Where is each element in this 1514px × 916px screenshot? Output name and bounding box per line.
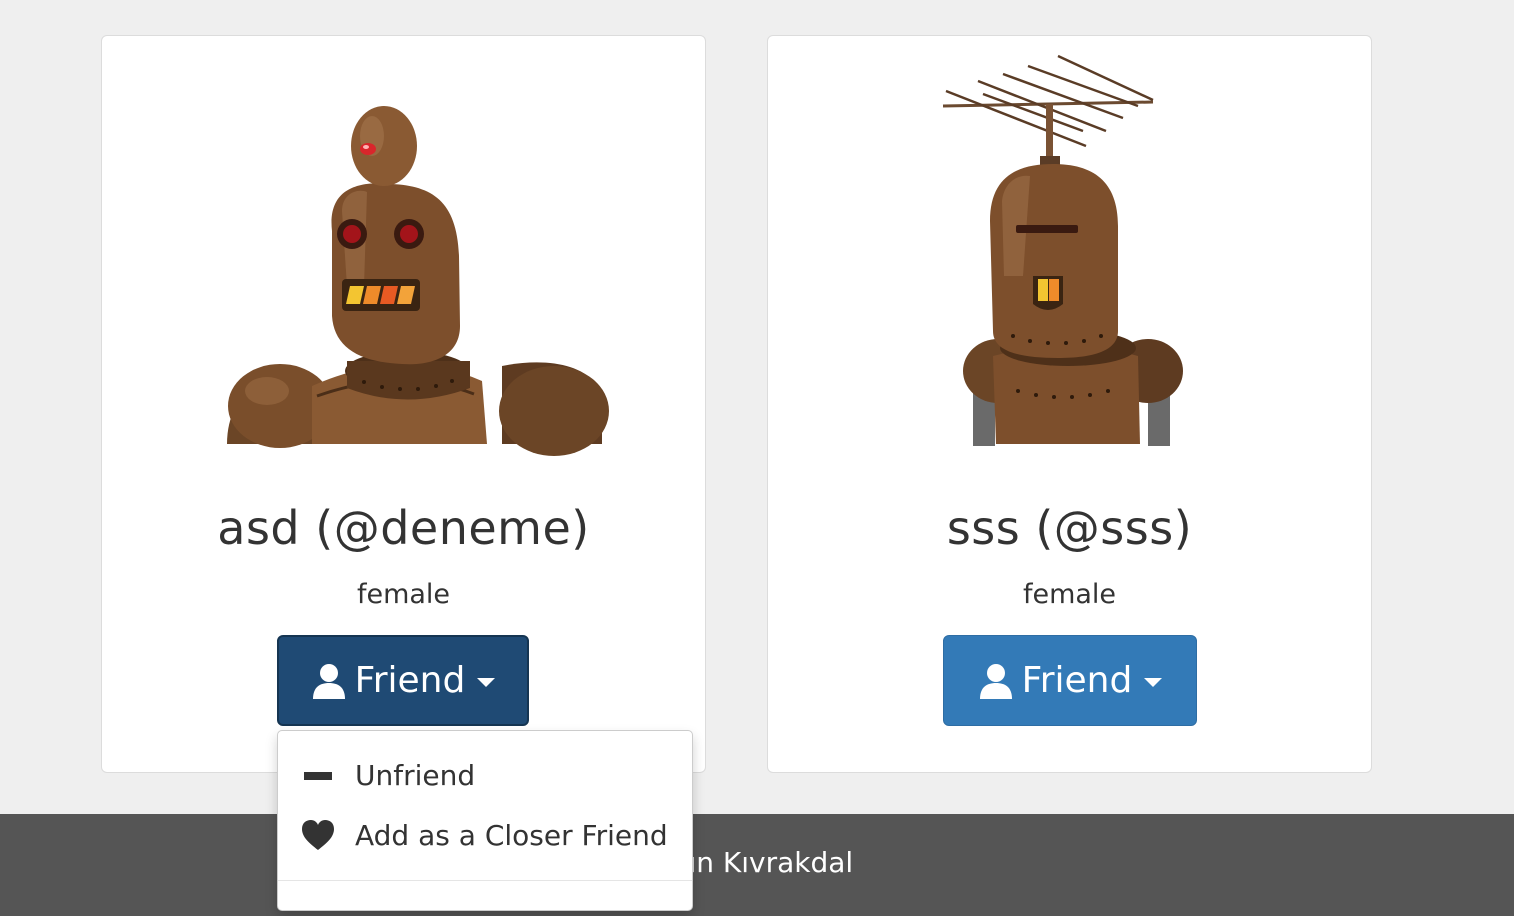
- friend-button-label: Friend: [1021, 660, 1133, 701]
- menu-item-label: Add as a Closer Friend: [355, 818, 668, 852]
- page: asd (@deneme) female Friend sss (@sss) f…: [0, 0, 1514, 916]
- friend-button-label: Friend: [354, 660, 466, 701]
- robot-avatar: [102, 36, 705, 456]
- footer-author: Özgün Kıvrakdal: [624, 846, 854, 879]
- robot-avatar-image: [227, 106, 609, 456]
- footer: Özgün Kıvrakdal: [0, 814, 1514, 916]
- profile-gender: female: [1022, 579, 1117, 610]
- heart-icon: [300, 817, 336, 853]
- friend-dropdown-menu: Unfriend Add as a Closer Friend: [277, 730, 693, 911]
- caret-down-icon: [1144, 678, 1163, 687]
- profile-name: asd (@deneme): [217, 501, 590, 555]
- menu-item-unfriend[interactable]: Unfriend: [278, 746, 692, 804]
- robot-avatar: [768, 36, 1371, 456]
- caret-down-icon: [477, 678, 496, 687]
- friend-dropdown-button[interactable]: Friend: [277, 635, 529, 726]
- menu-divider: [278, 880, 692, 881]
- user-icon: [978, 662, 1014, 700]
- profile-name: sss (@sss): [946, 501, 1193, 555]
- menu-item-closer-friend[interactable]: Add as a Closer Friend: [278, 806, 692, 864]
- profile-gender: female: [356, 579, 451, 610]
- minus-icon: [300, 757, 336, 793]
- friend-dropdown-button[interactable]: Friend: [943, 635, 1197, 726]
- user-card: asd (@deneme) female Friend: [101, 35, 706, 773]
- robot-avatar-image: [942, 54, 1183, 446]
- user-card: sss (@sss) female Friend: [767, 35, 1372, 773]
- menu-item-label: Unfriend: [355, 758, 476, 792]
- user-icon: [311, 662, 347, 700]
